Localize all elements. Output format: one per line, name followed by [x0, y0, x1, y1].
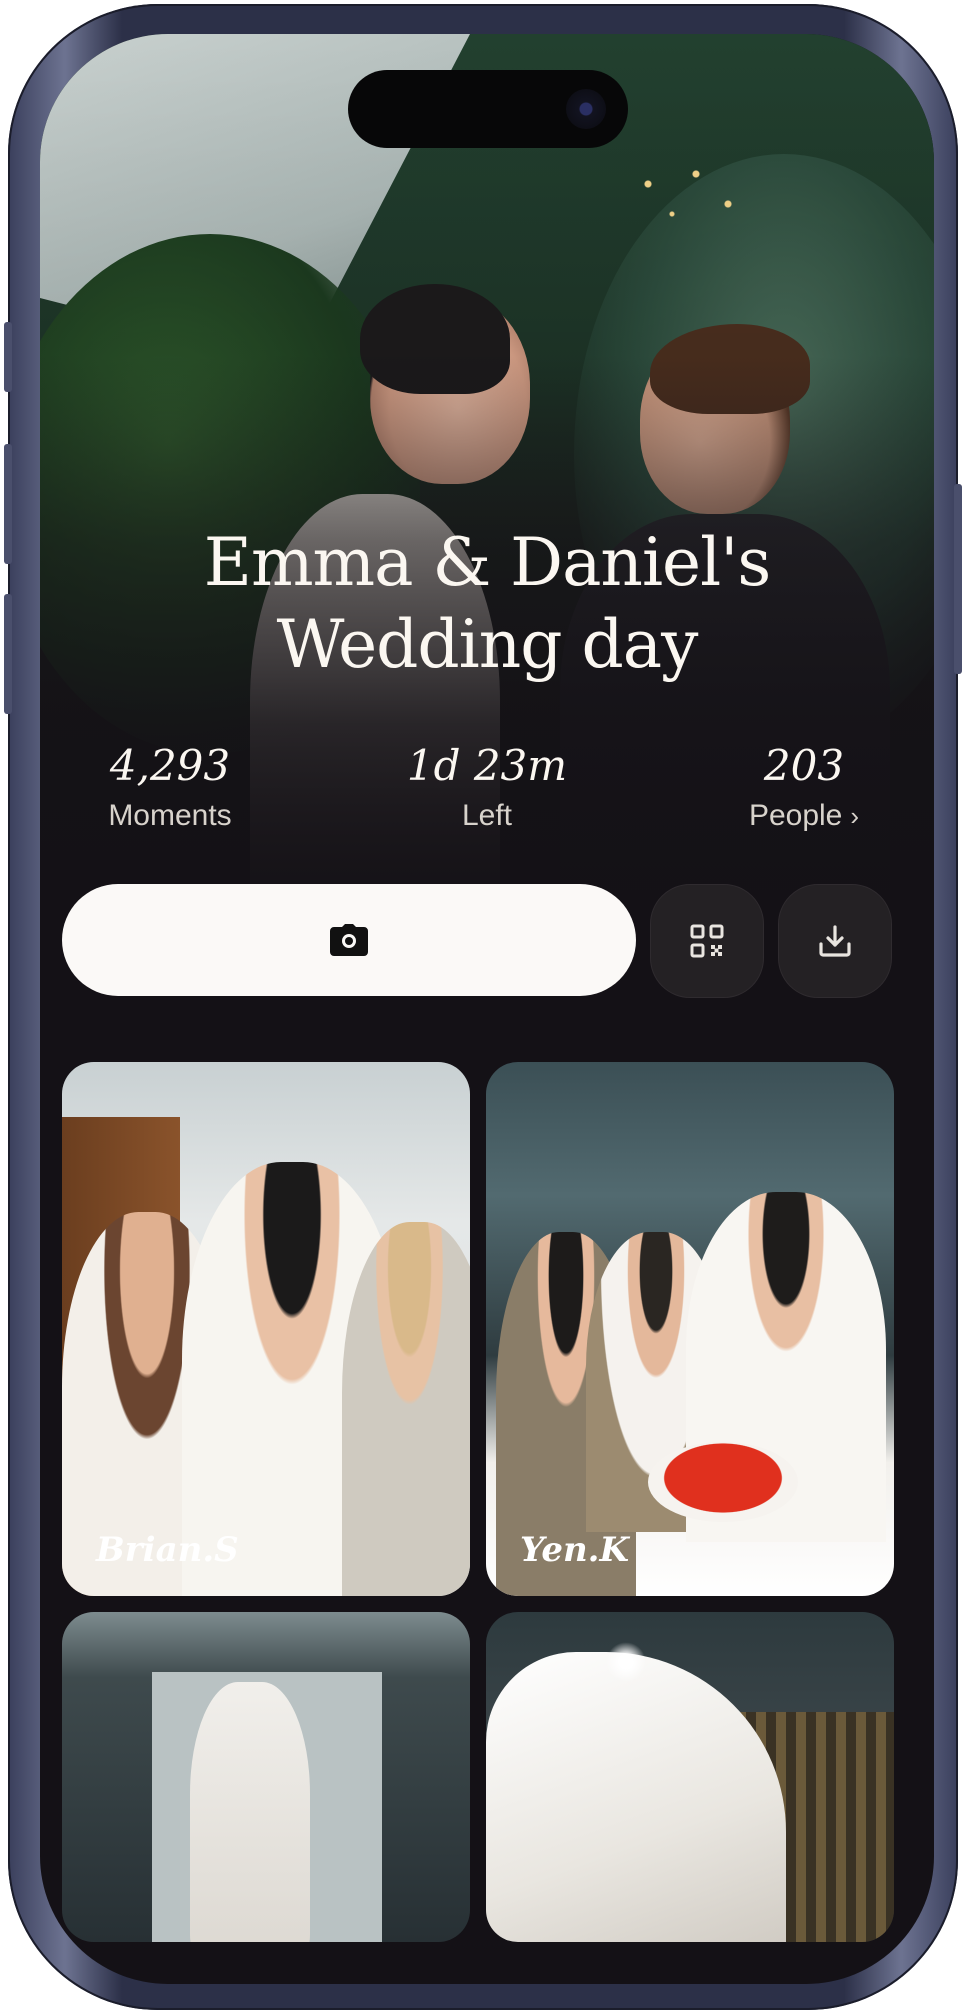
moment-tile[interactable]: [486, 1612, 894, 1942]
time-left-value: 1d 23m: [406, 741, 568, 790]
moment-tile[interactable]: [62, 1612, 470, 1942]
front-camera-icon: [566, 89, 606, 129]
moment-author: Brian.S: [96, 1530, 239, 1570]
qr-code-button[interactable]: [650, 884, 764, 998]
stat-people[interactable]: 203 People ›: [674, 738, 934, 836]
event-title: Emma & Daniel's Wedding day: [40, 522, 934, 686]
power-button: [954, 484, 962, 674]
take-photo-button[interactable]: [62, 884, 636, 996]
event-title-line2: Wedding day: [276, 606, 699, 683]
download-button[interactable]: [778, 884, 892, 998]
dynamic-island: [348, 70, 628, 148]
app-screen: Emma & Daniel's Wedding day 4,293 Moment…: [40, 34, 934, 1984]
camera-icon: [330, 924, 368, 956]
moment-tile[interactable]: Brian.S: [62, 1062, 470, 1596]
moments-count: 4,293: [109, 741, 231, 790]
stat-moments[interactable]: 4,293 Moments: [40, 738, 300, 836]
time-left-label: Left: [461, 799, 513, 832]
people-label: People: [748, 799, 843, 832]
people-count: 203: [763, 741, 845, 790]
volume-up-button: [4, 444, 12, 564]
moments-label: Moments: [108, 799, 232, 832]
qr-code-icon: [690, 924, 724, 958]
phone-frame: Emma & Daniel's Wedding day 4,293 Moment…: [4, 4, 962, 2010]
event-title-line1: Emma & Daniel's: [203, 524, 771, 601]
moment-tile[interactable]: Yen.K: [486, 1062, 894, 1596]
event-stats: 4,293 Moments 1d 23m Left 203 People ›: [40, 738, 934, 848]
download-icon: [819, 925, 851, 957]
action-button: [4, 322, 12, 392]
stat-time-left: 1d 23m Left: [357, 738, 617, 836]
volume-down-button: [4, 594, 12, 714]
moment-author: Yen.K: [520, 1530, 630, 1570]
chevron-right-icon: ›: [850, 801, 860, 831]
